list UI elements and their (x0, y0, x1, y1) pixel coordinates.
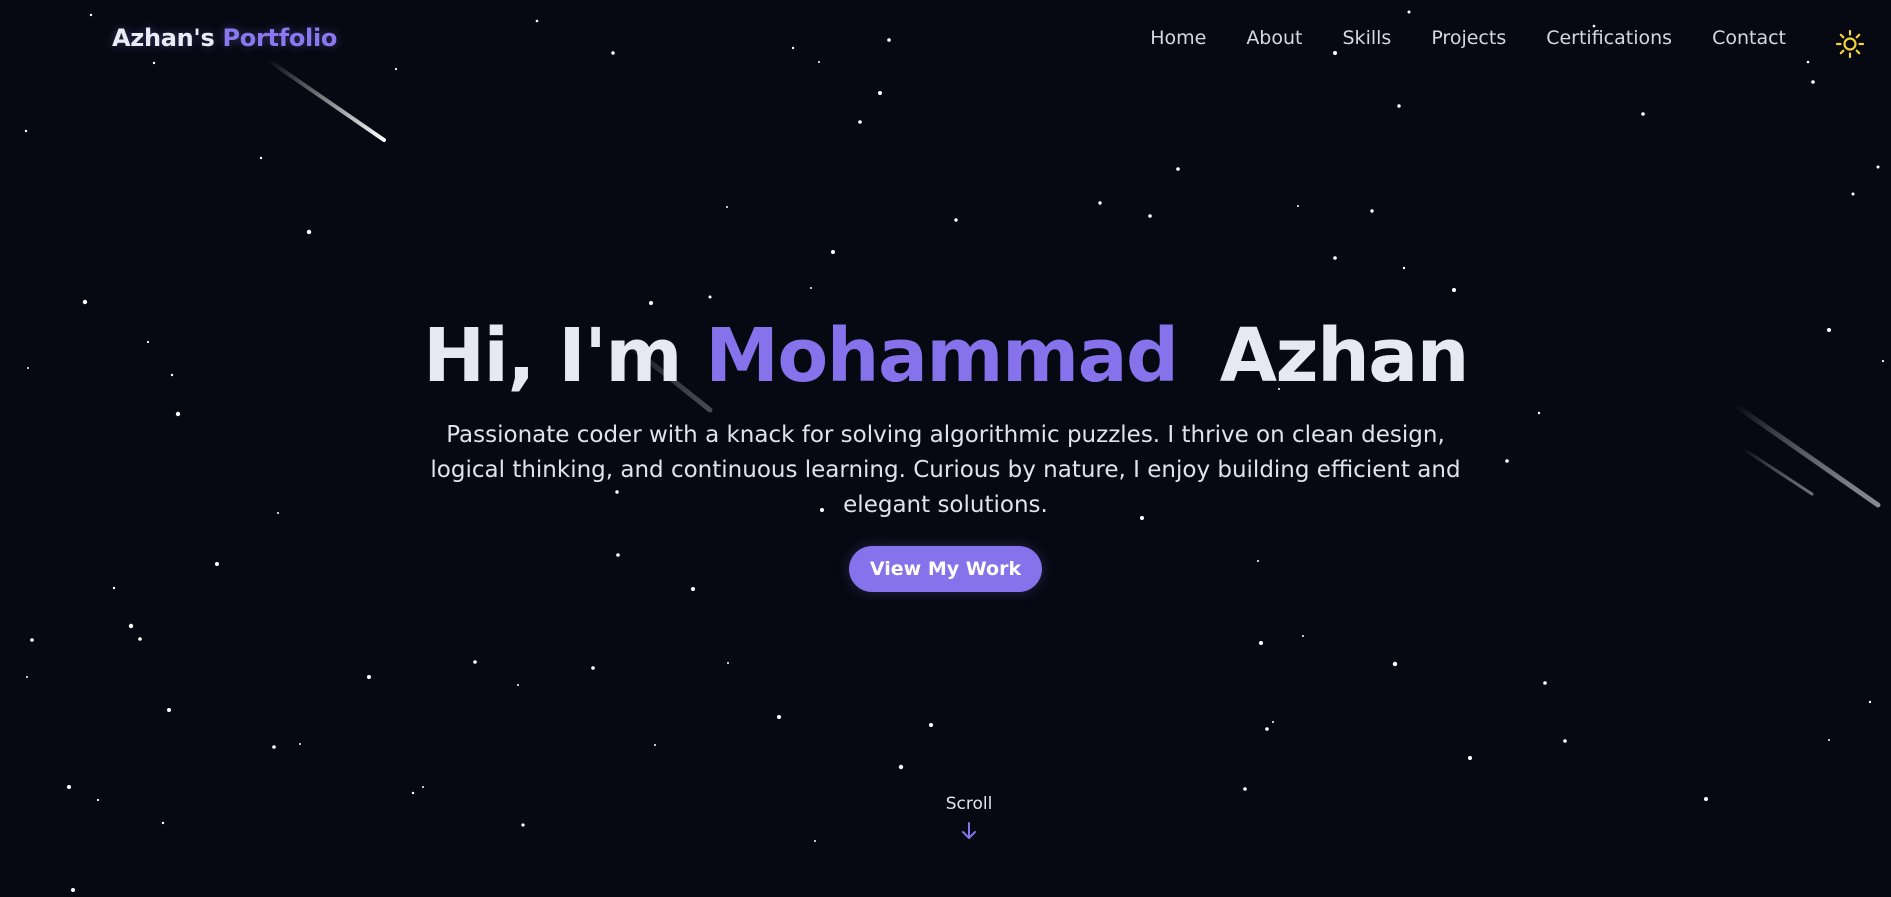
star (649, 301, 653, 305)
star (1402, 266, 1406, 270)
star (26, 676, 28, 678)
view-my-work-button[interactable]: View My Work (849, 546, 1042, 592)
star (1148, 214, 1152, 218)
star (167, 708, 171, 712)
star (1243, 787, 1247, 791)
site-logo[interactable]: Azhan's Portfolio (112, 24, 337, 52)
arrow-down-icon (962, 822, 976, 839)
star (299, 743, 301, 745)
star (1397, 104, 1401, 108)
star (654, 744, 656, 746)
star (473, 660, 477, 664)
star (411, 791, 415, 795)
navbar: Azhan's Portfolio Home About Skills Proj… (0, 0, 1891, 80)
hero-title: Hi, I'm Mohammad Azhan (0, 310, 1891, 402)
nav-link-contact[interactable]: Contact (1712, 27, 1786, 49)
star (138, 637, 142, 641)
star (30, 638, 34, 642)
star (929, 723, 933, 727)
star (1868, 700, 1872, 704)
star (954, 218, 958, 222)
logo-name: Azhan's (112, 24, 215, 52)
hero-last-name: Azhan (1219, 313, 1470, 399)
nav-link-certifications[interactable]: Certifications (1546, 27, 1672, 49)
star (777, 715, 781, 719)
star (306, 229, 312, 235)
star (1392, 661, 1398, 667)
star (708, 295, 712, 299)
star (1828, 739, 1830, 741)
star (1543, 681, 1547, 685)
star (67, 785, 71, 789)
star (831, 250, 835, 254)
star (1704, 797, 1708, 801)
portfolio-page: Azhan's Portfolio Home About Skills Proj… (0, 0, 1891, 897)
nav-menu: Home About Skills Projects Certification… (1110, 27, 1786, 49)
theme-toggle-button[interactable] (1835, 29, 1865, 59)
star (161, 821, 165, 825)
star (727, 662, 729, 664)
star (1265, 727, 1269, 731)
star (521, 823, 525, 827)
star (259, 156, 263, 160)
star (810, 287, 812, 289)
star (367, 675, 371, 679)
nav-link-home[interactable]: Home (1150, 27, 1206, 49)
star (24, 129, 28, 133)
logo-accent: Portfolio (222, 24, 338, 52)
star (128, 623, 134, 629)
star (1333, 256, 1337, 260)
star (878, 91, 882, 95)
sun-icon (1835, 29, 1865, 59)
star (1272, 721, 1274, 723)
star (814, 840, 816, 842)
nav-link-skills[interactable]: Skills (1343, 27, 1392, 49)
star (1259, 641, 1263, 645)
star (1876, 165, 1880, 169)
star (726, 206, 728, 208)
scroll-indicator[interactable]: Scroll (930, 794, 1008, 842)
star (1370, 209, 1374, 213)
hero-description: Passionate coder with a knack for solvin… (430, 422, 1461, 518)
scroll-label: Scroll (945, 794, 993, 814)
star (1297, 205, 1299, 207)
star (1563, 739, 1567, 743)
star (517, 684, 519, 686)
star (1452, 288, 1456, 292)
nav-link-about[interactable]: About (1246, 27, 1302, 49)
star (82, 299, 88, 305)
nav-link-projects[interactable]: Projects (1431, 27, 1506, 49)
star (898, 764, 904, 770)
star (422, 786, 424, 788)
star (1811, 80, 1815, 84)
star (1641, 112, 1645, 116)
hero-greeting: Hi, I'm (423, 313, 682, 399)
hero-highlight-name: Mohammad (705, 313, 1179, 399)
star (71, 888, 75, 892)
star (1302, 635, 1304, 637)
star (272, 745, 276, 749)
star (96, 798, 100, 802)
hero-section: Hi, I'm Mohammad Azhan Passionate coder … (0, 310, 1891, 592)
star (1468, 756, 1472, 760)
star (1098, 201, 1102, 205)
star (858, 120, 862, 124)
star (591, 666, 595, 670)
star (1851, 192, 1855, 196)
star (1176, 167, 1180, 171)
